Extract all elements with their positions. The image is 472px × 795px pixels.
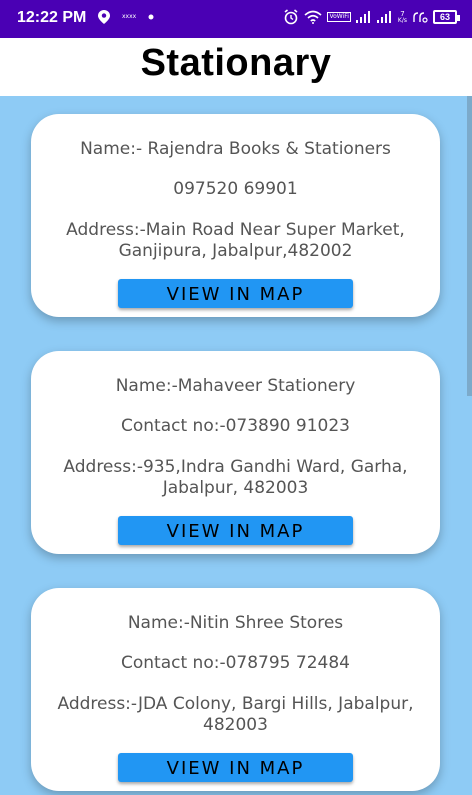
- data-saver-icon: [413, 12, 428, 23]
- view-in-map-button[interactable]: VIEW IN MAP: [118, 516, 353, 545]
- view-in-map-button[interactable]: VIEW IN MAP: [118, 279, 353, 308]
- vowifi-label: VoWiFi: [327, 12, 351, 22]
- store-contact: 097520 69901: [173, 179, 298, 199]
- store-contact: Contact no:-073890 91023: [121, 416, 350, 436]
- store-card: Name:- Rajendra Books & Stationers 09752…: [31, 114, 440, 317]
- alarm-icon: [284, 9, 298, 25]
- battery-icon: 63: [433, 10, 460, 24]
- signal-icon: [355, 11, 370, 23]
- app-bar: Stationary: [0, 38, 472, 96]
- store-address: Address:-JDA Colony, Bargi Hills, Jabalp…: [57, 694, 414, 735]
- battery-level: 63: [439, 11, 450, 22]
- dot-icon: [148, 14, 154, 20]
- store-contact: Contact no:-078795 72484: [121, 653, 350, 673]
- status-bar: 12:22 PM xxxx VoWiFi 7 K/s 63: [0, 0, 472, 38]
- network-speed: 7 K/s: [397, 10, 407, 24]
- store-address: Address:-935,Indra Gandhi Ward, Garha, J…: [63, 457, 408, 498]
- store-card: Name:-Mahaveer Stationery Contact no:-07…: [31, 351, 440, 554]
- store-name: Name:-Mahaveer Stationery: [115, 376, 356, 396]
- store-card: Name:-Nitin Shree Stores Contact no:-078…: [31, 588, 440, 791]
- page-title: Stationary: [140, 42, 332, 84]
- signal-icon-2: [376, 11, 391, 23]
- notification-text: xxxx: [122, 13, 137, 20]
- location-pin-icon: [98, 10, 110, 24]
- store-name: Name:- Rajendra Books & Stationers: [80, 139, 391, 159]
- scrollbar[interactable]: [467, 96, 472, 396]
- view-in-map-button[interactable]: VIEW IN MAP: [118, 753, 353, 782]
- store-name: Name:-Nitin Shree Stores: [127, 613, 344, 633]
- system-icons: VoWiFi 7 K/s 63: [283, 9, 460, 25]
- wifi-icon: [304, 10, 322, 24]
- store-list[interactable]: Name:- Rajendra Books & Stationers 09752…: [0, 96, 472, 795]
- speed-unit: K/s: [397, 16, 407, 24]
- store-address: Address:-Main Road Near Super Market, Ga…: [66, 220, 405, 261]
- notification-icons: xxxx: [98, 10, 154, 24]
- status-time: 12:22 PM: [17, 9, 87, 26]
